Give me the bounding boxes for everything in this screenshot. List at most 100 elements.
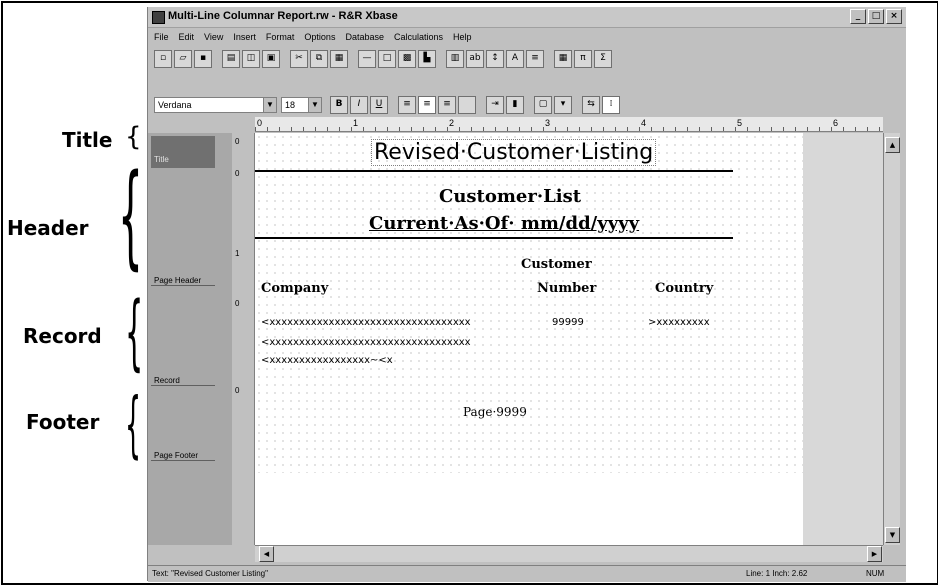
scroll-right-icon[interactable]: ▶ xyxy=(867,546,882,562)
sort-icon[interactable]: ↕ xyxy=(486,50,504,68)
filter-icon[interactable]: ≡ xyxy=(526,50,544,68)
open-icon[interactable]: ▱ xyxy=(174,50,192,68)
scroll-up-icon[interactable]: ▲ xyxy=(885,137,900,153)
font-select-value: Verdana xyxy=(158,100,192,110)
col-header-customer[interactable]: Customer xyxy=(521,257,592,272)
align-center-icon[interactable]: ≡ xyxy=(418,96,436,114)
title-rule xyxy=(255,170,733,172)
menu-edit[interactable]: Edit xyxy=(179,29,195,45)
status-line-inch: Line: 1 Inch: 2.62 xyxy=(746,569,808,578)
menu-help[interactable]: Help xyxy=(453,29,472,45)
menu-insert[interactable]: Insert xyxy=(233,29,256,45)
minimize-button[interactable]: _ xyxy=(850,9,866,24)
snap-icon[interactable]: ⇆ xyxy=(582,96,600,114)
print-icon[interactable]: ▤ xyxy=(222,50,240,68)
underline-button[interactable]: U xyxy=(370,96,388,114)
header-line-2[interactable]: Current·As·Of· mm/dd/yyyy xyxy=(369,213,639,234)
grid-icon[interactable]: ⁞ xyxy=(602,96,620,114)
main-toolbar: ▫ ▱ ▪ ▤ ◫ ▣ ✂ ⧉ ▦ — □ ▩ ▙ ▥ ab ↕ A ≡ ▦ π… xyxy=(154,47,614,71)
band-label-record[interactable]: Record xyxy=(154,376,180,385)
vertical-ruler: 0 0 1 0 0 xyxy=(232,133,255,545)
record-company-field[interactable]: <xxxxxxxxxxxxxxxxxxxxxxxxxxxxxxxxxx xyxy=(261,317,471,328)
vertical-scrollbar[interactable]: ▲ ▼ xyxy=(883,133,900,545)
justify-icon[interactable] xyxy=(458,96,476,114)
table-icon[interactable]: ▥ xyxy=(446,50,464,68)
band-label-page-header[interactable]: Page Header xyxy=(154,276,201,285)
footer-page-number[interactable]: Page·9999 xyxy=(463,405,527,419)
record-line-2-field[interactable]: <xxxxxxxxxxxxxxxxxxxxxxxxxxxxxxxxxx xyxy=(261,337,471,348)
page-margin-area xyxy=(803,133,883,545)
line-tool-icon[interactable]: — xyxy=(358,50,376,68)
horizontal-ruler: 0 1 2 3 4 5 6 xyxy=(255,117,883,132)
close-button[interactable]: × xyxy=(886,9,902,24)
menu-format[interactable]: Format xyxy=(266,29,295,45)
size-select[interactable]: 18 ▼ xyxy=(281,97,322,113)
save-icon[interactable]: ▪ xyxy=(194,50,212,68)
wrap-icon[interactable]: ▮ xyxy=(506,96,524,114)
font-select[interactable]: Verdana ▼ xyxy=(154,97,277,113)
summary-icon[interactable]: ▦ xyxy=(554,50,572,68)
format-toolbar: Verdana ▼ 18 ▼ B I U ≡ ≡ ≡ ⇥ ▮ ▢ ▾ ⇆ ⁞ xyxy=(154,95,622,115)
menu-view[interactable]: View xyxy=(204,29,223,45)
ruler-number: 1 xyxy=(235,249,240,258)
brace-header: { xyxy=(118,151,143,281)
indent-icon[interactable]: ⇥ xyxy=(486,96,504,114)
chevron-down-icon: ▼ xyxy=(308,98,321,112)
menu-database[interactable]: Database xyxy=(345,29,384,45)
sigma-icon[interactable]: Σ xyxy=(594,50,612,68)
app-icon xyxy=(152,11,165,24)
status-num: NUM xyxy=(866,569,885,578)
col-header-country[interactable]: Country xyxy=(655,281,713,296)
print-preview-icon[interactable]: ◫ xyxy=(242,50,260,68)
menu-bar: File Edit View Insert Format Options Dat… xyxy=(148,29,472,45)
italic-button[interactable]: I xyxy=(350,96,368,114)
header-line-1[interactable]: Customer·List xyxy=(439,186,581,207)
report-canvas[interactable]: Revised·Customer·Listing Customer·List C… xyxy=(255,133,883,545)
align-right-icon[interactable]: ≡ xyxy=(438,96,456,114)
band-panel: Title Page Header Record Page Footer xyxy=(148,133,233,545)
band-label-page-footer[interactable]: Page Footer xyxy=(154,451,198,460)
border-icon[interactable]: ▢ xyxy=(534,96,552,114)
chevron-down-icon: ▼ xyxy=(263,98,276,112)
scroll-down-icon[interactable]: ▼ xyxy=(885,527,900,543)
brace-record: { xyxy=(125,285,144,380)
col-header-company[interactable]: Company xyxy=(261,281,328,296)
align-left-icon[interactable]: ≡ xyxy=(398,96,416,114)
menu-calculations[interactable]: Calculations xyxy=(394,29,443,45)
menu-file[interactable]: File xyxy=(154,29,169,45)
color-icon[interactable]: ▾ xyxy=(554,96,572,114)
brace-title: { xyxy=(125,122,142,152)
box-tool-icon[interactable]: □ xyxy=(378,50,396,68)
new-icon[interactable]: ▫ xyxy=(154,50,172,68)
maximize-button[interactable]: □ xyxy=(868,9,884,24)
scroll-left-icon[interactable]: ◀ xyxy=(259,546,274,562)
field-icon[interactable]: ab xyxy=(466,50,484,68)
callout-footer: Footer xyxy=(26,410,100,434)
ruler-number: 0 xyxy=(235,386,240,395)
record-country-field[interactable]: >xxxxxxxxx xyxy=(648,317,710,328)
ruler-number: 0 xyxy=(235,169,240,178)
band-label-title[interactable]: Title xyxy=(154,155,169,164)
header-rule xyxy=(255,237,733,239)
paste-icon[interactable]: ▦ xyxy=(330,50,348,68)
report-title[interactable]: Revised·Customer·Listing xyxy=(371,139,657,166)
ruler-number: 0 xyxy=(235,299,240,308)
brace-footer: { xyxy=(125,382,142,466)
callout-record: Record xyxy=(23,324,102,348)
cut-icon[interactable]: ✂ xyxy=(290,50,308,68)
pi-icon[interactable]: π xyxy=(574,50,592,68)
export-icon[interactable]: ▣ xyxy=(262,50,280,68)
menu-options[interactable]: Options xyxy=(304,29,335,45)
chart-tool-icon[interactable]: ▙ xyxy=(418,50,436,68)
title-bar: Multi-Line Columnar Report.rw - R&R Xbas… xyxy=(148,7,906,28)
picture-tool-icon[interactable]: ▩ xyxy=(398,50,416,68)
record-line-3-field[interactable]: <xxxxxxxxxxxxxxxxx~<x xyxy=(261,355,393,366)
horizontal-scrollbar[interactable]: ◀ ▶ xyxy=(255,545,883,562)
size-select-value: 18 xyxy=(285,100,296,110)
record-number-field[interactable]: 99999 xyxy=(552,317,584,328)
bold-button[interactable]: B xyxy=(330,96,348,114)
ruler-number: 0 xyxy=(235,137,240,146)
col-header-number[interactable]: Number xyxy=(537,281,596,296)
text-icon[interactable]: A xyxy=(506,50,524,68)
copy-icon[interactable]: ⧉ xyxy=(310,50,328,68)
